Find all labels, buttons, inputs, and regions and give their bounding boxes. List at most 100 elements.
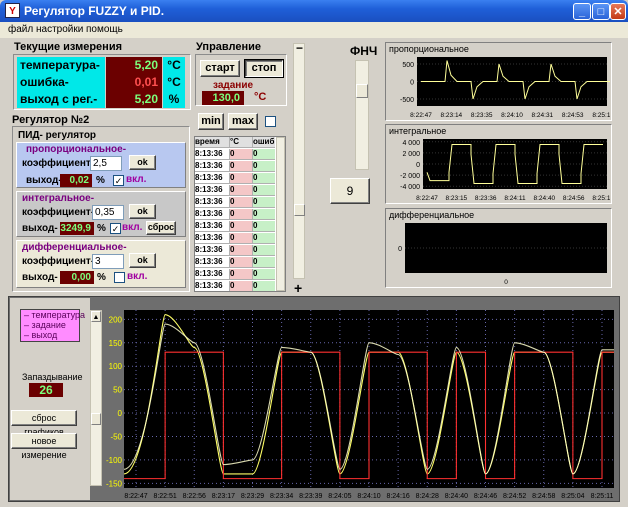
table-row[interactable]: 8:13:36 0 0 [195,185,275,197]
main-chart-scroll-thumb[interactable] [91,413,101,425]
close-button[interactable]: ✕ [610,3,626,20]
proportional-enable-checkbox[interactable]: ✓ [113,175,124,186]
x-tick-label: 8:23:36 [475,195,497,202]
y-tick-label: 4 000 [402,140,420,147]
integral-out-label: выход- [22,223,58,234]
error-label: ошибка- [17,74,105,91]
table-row[interactable]: 8:13:36 0 0 [195,221,275,233]
setpoint-value[interactable]: 130,0 [202,91,244,105]
stop-button[interactable]: стоп [244,59,284,78]
setpoint-label: задание [213,80,254,91]
proportional-coef-input[interactable]: 2,5 [90,156,122,171]
table-row[interactable]: 8:13:36 0 0 [195,173,275,185]
table-cell: 0 [253,233,275,244]
slider-thumb[interactable] [294,204,305,216]
table-cell: 0 [230,149,253,160]
main-chart-scrollbar[interactable] [90,310,102,486]
filter-title: ФНЧ [350,44,378,58]
slider-plus[interactable]: + [294,280,302,296]
differential-title: дифференциальное- [22,242,127,253]
x-tick-label: 8:24:56 [563,195,585,202]
new-measurement-button[interactable]: новое измерение [11,433,77,460]
log-table-header-cell: ошиб [253,137,275,148]
x-tick-label: 8:25:11 [592,112,610,119]
y-tick-label: -2 000 [400,173,420,180]
x-tick-label: 8:24:40 [445,493,468,500]
proportional-out-label: выход- [26,175,62,186]
y-tick-label: -500 [400,97,414,104]
log-table-header-cell: °C [230,137,253,148]
menu-file[interactable]: файл [8,24,33,35]
y-tick-label: -150 [106,479,123,488]
reset-charts-button[interactable]: сброс графиков [11,410,77,437]
table-cell: 8:13:36 [195,257,230,268]
differential-ok-button[interactable]: ok [129,253,156,268]
integral-reset-button[interactable]: сброс [146,221,176,235]
x-tick-label: 8:24:10 [357,493,380,500]
log-scrollbar[interactable] [276,137,285,291]
integral-enable-label: вкл. [122,222,143,233]
regulator-title: Регулятор №2 [12,114,90,126]
integral-enable-checkbox[interactable]: ✓ [110,223,121,234]
vertical-slider-left[interactable] [293,43,305,279]
integral-ok-button[interactable]: ok [129,204,156,219]
table-cell: 0 [253,185,275,196]
differential-chart-title: дифференциальное [389,210,475,220]
table-cell: 8:13:36 [195,149,230,160]
table-row[interactable]: 8:13:36 0 0 [195,281,275,291]
table-cell: 0 [253,281,275,291]
menu-settings[interactable]: настройки [36,24,83,35]
x-tick-label: 8:22:47 [410,112,432,119]
differential-coef-input[interactable]: 3 [92,254,124,269]
table-cell: 0 [230,209,253,220]
x-tick-label: 8:25:11 [592,195,610,202]
table-cell: 0 [253,197,275,208]
min-button[interactable]: min [198,113,224,130]
main-chart-scroll-up[interactable]: ▲ [91,311,101,322]
log-table-header: время °C ошиб [195,137,275,149]
proportional-chart: 500 0 -500 8:22:47 8:23:14 8:23:35 8:24:10 8:24… [400,57,610,119]
integral-chart: 4 000 2 000 0 -2 000 -4 000 8:22:47 8:23:15 8:2… [400,139,610,202]
table-cell: 8:13:36 [195,173,230,184]
integral-title: интегральное- [22,193,95,204]
proportional-enable-label: вкл. [126,174,147,185]
table-cell: 0 [230,221,253,232]
table-row[interactable]: 8:13:36 0 0 [195,149,275,161]
output-unit: % [163,91,185,108]
filter-slider[interactable] [355,60,369,170]
x-tick-label: 8:24:58 [532,493,555,500]
table-row[interactable]: 8:13:36 0 0 [195,233,275,245]
differential-enable-checkbox[interactable] [114,272,125,283]
proportional-out-value: 0,02 [60,174,92,187]
y-tick-label: -50 [110,432,122,441]
table-row[interactable]: 8:13:36 0 0 [195,269,275,281]
x-tick-label: 8:24:05 [328,493,351,500]
x-tick-label: 8:24:53 [562,112,584,119]
limit-checkbox[interactable] [265,116,276,127]
table-row[interactable]: 8:13:36 0 0 [195,197,275,209]
table-row[interactable]: 8:13:36 0 0 [195,245,275,257]
slider-minus[interactable]: − [296,41,303,55]
table-cell: 0 [253,221,275,232]
proportional-ok-button[interactable]: ok [129,155,156,170]
start-button[interactable]: старт [200,60,240,77]
table-row[interactable]: 8:13:36 0 0 [195,209,275,221]
table-cell: 0 [253,161,275,172]
max-button[interactable]: max [228,113,258,130]
minimize-button[interactable]: _ [573,3,591,20]
maximize-button[interactable]: □ [592,3,610,20]
x-tick-label: 8:24:46 [474,493,497,500]
integral-coef-input[interactable]: 0,35 [92,205,124,220]
filter-slider-thumb[interactable] [356,84,368,98]
x-tick-label: 8:24:31 [531,112,553,119]
x-tick-label: 8:25:04 [561,493,584,500]
x-tick-label: 8:23:39 [299,493,322,500]
table-cell: 8:13:36 [195,281,230,291]
table-cell: 0 [230,161,253,172]
output-label: выход с рег.- [17,91,105,108]
x-tick-label: 8:23:34 [270,493,293,500]
menu-help[interactable]: помощь [86,24,123,35]
filter-value: 9 [330,178,370,204]
table-row[interactable]: 8:13:36 0 0 [195,257,275,269]
table-row[interactable]: 8:13:36 0 0 [195,161,275,173]
